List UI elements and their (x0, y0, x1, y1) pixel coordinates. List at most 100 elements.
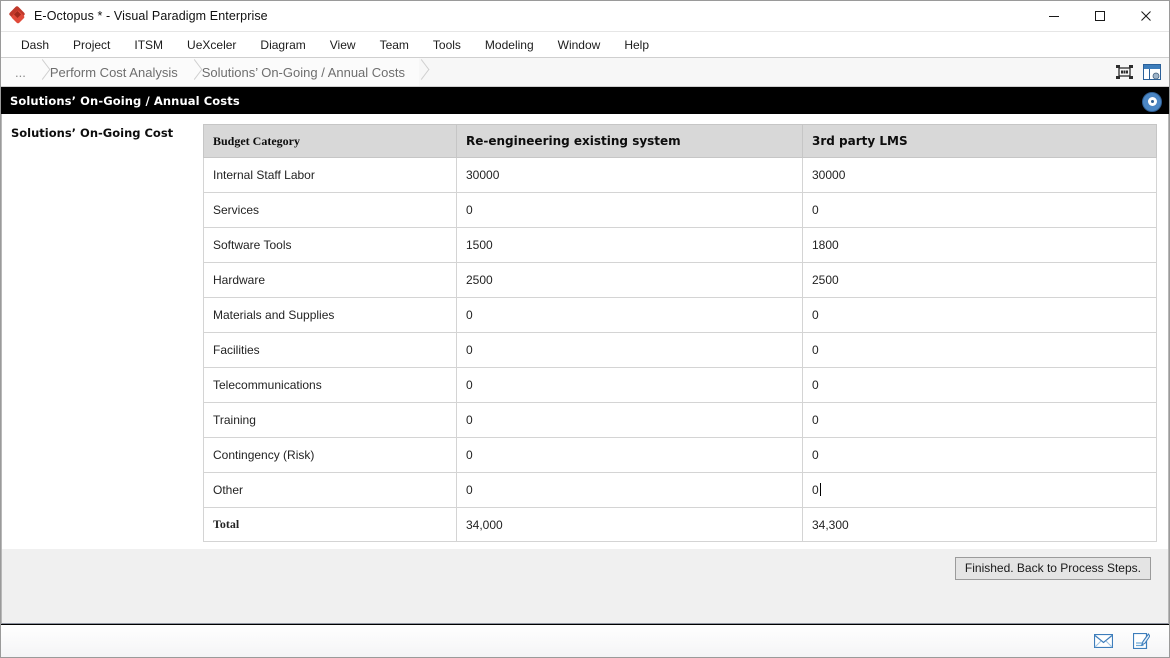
cell-category[interactable]: Hardware (203, 262, 457, 298)
application-window: E-Octopus * - Visual Paradigm Enterprise… (0, 0, 1170, 658)
table-row: Facilities 0 0 (203, 332, 1157, 368)
cell-third-party[interactable]: 2500 (802, 262, 1157, 298)
table-row: Other 0 0 (203, 472, 1157, 508)
menu-item-modeling[interactable]: Modeling (473, 35, 546, 55)
chevron-right-icon (418, 58, 428, 86)
breadcrumb-bar: ... Perform Cost Analysis Solutions’ On-… (1, 57, 1169, 87)
menu-item-view[interactable]: View (318, 35, 368, 55)
breadcrumb-item-ellipsis[interactable]: ... (1, 58, 40, 86)
breadcrumb-label: Solutions’ On-Going / Annual Costs (201, 64, 406, 80)
cell-reengineering[interactable]: 2500 (456, 262, 803, 298)
column-header-reengineering[interactable]: Re-engineering existing system (456, 124, 803, 158)
visual-paradigm-diamond-logo-icon (8, 5, 27, 25)
table-row: Telecommunications 0 0 (203, 367, 1157, 403)
cell-reengineering[interactable]: 0 (456, 437, 803, 473)
cell-total-reengineering: 34,000 (456, 507, 803, 542)
cell-reengineering[interactable]: 0 (456, 192, 803, 228)
lower-panel: Finished. Back to Process Steps. (1, 549, 1169, 624)
menu-item-dash[interactable]: Dash (9, 35, 61, 55)
finished-back-to-process-steps-button[interactable]: Finished. Back to Process Steps. (954, 557, 1151, 580)
cell-category[interactable]: Materials and Supplies (203, 297, 457, 333)
table-header: Budget Category Re-engineering existing … (203, 124, 1157, 158)
panel-layout-icon[interactable] (1141, 62, 1163, 82)
table-body: Internal Staff Labor 30000 30000 Service… (203, 157, 1157, 542)
info-locator-icon[interactable] (1142, 91, 1162, 112)
cell-reengineering[interactable]: 0 (456, 297, 803, 333)
menu-item-uexceler[interactable]: UeXceler (175, 35, 248, 55)
menu-item-help[interactable]: Help (612, 35, 661, 55)
breadcrumb-label: ... (15, 64, 26, 80)
cell-third-party[interactable]: 1800 (802, 227, 1157, 263)
window-controls (1031, 1, 1169, 31)
table-row: Hardware 2500 2500 (203, 262, 1157, 298)
cell-reengineering[interactable]: 0 (456, 402, 803, 438)
cell-reengineering[interactable]: 0 (456, 472, 803, 508)
mail-envelope-icon[interactable] (1093, 632, 1113, 650)
cell-reengineering[interactable]: 1500 (456, 227, 803, 263)
fit-to-screen-icon[interactable] (1113, 62, 1135, 82)
maximize-icon[interactable] (1077, 1, 1123, 31)
text-caret (819, 483, 821, 496)
cell-third-party[interactable]: 0 (802, 332, 1157, 368)
table-row: Services 0 0 (203, 192, 1157, 228)
cell-category[interactable]: Software Tools (203, 227, 457, 263)
column-header-budget-category[interactable]: Budget Category (203, 124, 457, 158)
note-edit-icon[interactable] (1131, 632, 1151, 650)
status-bar (1, 625, 1169, 657)
page-title: Solutions’ On-Going / Annual Costs (10, 93, 240, 108)
cell-category[interactable]: Facilities (203, 332, 457, 368)
menu-item-itsm[interactable]: ITSM (122, 35, 175, 55)
menu-item-diagram[interactable]: Diagram (248, 35, 317, 55)
table-row: Materials and Supplies 0 0 (203, 297, 1157, 333)
cell-third-party[interactable]: 0 (802, 367, 1157, 403)
minimize-icon[interactable] (1031, 1, 1077, 31)
left-pane: Solutions’ On-Going Cost (2, 114, 197, 549)
chevron-right-icon (39, 58, 49, 86)
cell-reengineering[interactable]: 30000 (456, 157, 803, 193)
cell-third-party-editing[interactable]: 0 (802, 472, 1157, 508)
menu-item-project[interactable]: Project (61, 35, 122, 55)
solutions-ongoing-cost-table: Budget Category Re-engineering existing … (203, 124, 1157, 542)
menu-item-window[interactable]: Window (546, 35, 613, 55)
cost-table-container: Budget Category Re-engineering existing … (197, 114, 1168, 549)
table-row-total: Total 34,000 34,300 (203, 507, 1157, 542)
cell-category[interactable]: Telecommunications (203, 367, 457, 403)
menu-bar: Dash Project ITSM UeXceler Diagram View … (1, 32, 1169, 57)
cell-category[interactable]: Services (203, 192, 457, 228)
cell-category[interactable]: Other (203, 472, 457, 508)
cell-category[interactable]: Contingency (Risk) (203, 437, 457, 473)
table-row: Contingency (Risk) 0 0 (203, 437, 1157, 473)
window-title: E-Octopus * - Visual Paradigm Enterprise (34, 9, 268, 23)
cell-total-label: Total (203, 507, 457, 542)
main-content: Solutions’ On-Going Cost Budget Category… (1, 114, 1169, 625)
breadcrumb: ... Perform Cost Analysis Solutions’ On-… (1, 58, 420, 86)
cell-third-party[interactable]: 0 (802, 192, 1157, 228)
breadcrumb-label: Perform Cost Analysis (49, 64, 178, 80)
cell-reengineering[interactable]: 0 (456, 367, 803, 403)
menu-item-team[interactable]: Team (368, 35, 421, 55)
chevron-right-icon (191, 58, 201, 86)
cell-third-party[interactable]: 0 (802, 402, 1157, 438)
content-scroll-area: Solutions’ On-Going Cost Budget Category… (1, 114, 1169, 549)
close-icon[interactable] (1123, 1, 1169, 31)
cell-value: 0 (812, 483, 819, 497)
title-bar: E-Octopus * - Visual Paradigm Enterprise (1, 1, 1169, 32)
page-header-bar: Solutions’ On-Going / Annual Costs (1, 87, 1169, 114)
cell-third-party[interactable]: 30000 (802, 157, 1157, 193)
cell-reengineering[interactable]: 0 (456, 332, 803, 368)
table-row: Software Tools 1500 1800 (203, 227, 1157, 263)
table-header-row: Budget Category Re-engineering existing … (203, 124, 1157, 158)
column-header-third-party-lms[interactable]: 3rd party LMS (802, 124, 1157, 158)
table-row: Internal Staff Labor 30000 30000 (203, 157, 1157, 193)
cell-category[interactable]: Internal Staff Labor (203, 157, 457, 193)
cell-third-party[interactable]: 0 (802, 297, 1157, 333)
breadcrumb-item-perform-cost-analysis[interactable]: Perform Cost Analysis (39, 58, 192, 86)
breadcrumb-toolbar (1113, 58, 1163, 86)
cell-total-third-party: 34,300 (802, 507, 1157, 542)
table-row: Training 0 0 (203, 402, 1157, 438)
section-title: Solutions’ On-Going Cost (11, 126, 174, 140)
cell-category[interactable]: Training (203, 402, 457, 438)
cell-third-party[interactable]: 0 (802, 437, 1157, 473)
breadcrumb-item-solutions-ongoing-annual-costs[interactable]: Solutions’ On-Going / Annual Costs (191, 58, 420, 86)
menu-item-tools[interactable]: Tools (421, 35, 473, 55)
